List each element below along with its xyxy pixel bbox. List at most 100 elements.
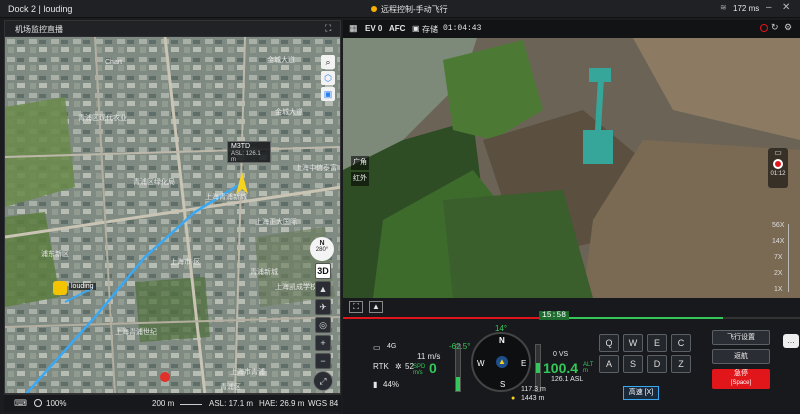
aircraft-heading-icon: ▲ [496, 356, 508, 368]
map-layers-icon[interactable]: ▣ [321, 87, 335, 101]
refresh-icon[interactable]: ↻ [771, 22, 779, 33]
altitude-bar [535, 344, 541, 392]
flight-control-panel: ⛶ ▲ 15:58 ▭ 4G RTK ✲ 52 ▮ 44% 11 m/s SPD… [343, 298, 800, 414]
status-hae: HAE: 26.9 m [259, 399, 305, 408]
keyboard-icon[interactable]: ⌨ [14, 398, 27, 409]
record-control[interactable]: ▭ 01:12 [768, 148, 788, 188]
map-zoom-level: 100% [46, 399, 67, 408]
map-view[interactable]: Chart 金城大道 青浦区现代农业 上海中信泰富 金城大道 青浦区绿化局 上海… [5, 37, 340, 393]
map-3d-toggle[interactable]: 3D [315, 263, 331, 279]
map-locate-icon[interactable]: ◎ [315, 317, 331, 333]
map-label: 上海市·区 [170, 259, 201, 266]
altitude-unit: ALT m [583, 362, 594, 374]
spd-unit: SPD m/s [413, 364, 426, 376]
flight-mode-text: 远程控制-手动飞行 [381, 5, 448, 14]
expand-icon[interactable]: ⛶ [325, 23, 331, 34]
close-icon[interactable]: ✕ [782, 2, 790, 13]
heading-value: 14° [495, 324, 508, 333]
map-label: 上海中信泰富 [295, 165, 337, 172]
status-asl: ASL: 17.1 m [209, 399, 254, 408]
return-home-button[interactable]: 返航 [712, 349, 770, 364]
flight-settings-button[interactable]: 飞行设置 [712, 330, 770, 345]
vertical-speed: 0 VS [553, 351, 569, 358]
key-q-button[interactable]: Q [599, 334, 619, 352]
aerial-video [343, 20, 800, 298]
map-label: 金城大道 [267, 57, 295, 64]
fit-screen-icon[interactable]: ⛶ [349, 301, 363, 313]
key-z-button[interactable]: Z [671, 355, 691, 373]
zoom-track [788, 224, 789, 292]
camera-feed[interactable] [343, 20, 800, 298]
afc-value: AFC [389, 24, 406, 33]
record-timer: 01:12 [770, 171, 786, 177]
rtk-label: RTK [373, 362, 389, 371]
record-button[interactable] [773, 159, 783, 169]
map-panel: 机场监控直播 ⛶ Chart 金城大道 青浦区现代农业 上海中信泰富 金城大道 … [4, 20, 341, 394]
asl-value: 126.1 ASL [551, 376, 584, 383]
map-fly-to-icon[interactable]: ▲ [315, 281, 331, 297]
title-bar: Dock 2 | louding 远程控制-手动飞行 ≋ 172 ms – ✕ [0, 0, 800, 18]
map-label: 上海凯成学校 [275, 284, 317, 291]
camera-icon: ▭ [774, 148, 782, 157]
map-label: 金城大道 [275, 109, 303, 116]
key-c-button[interactable]: C [671, 334, 691, 352]
storage-label: 存储 [422, 25, 438, 34]
progress-time: 15:58 [539, 311, 570, 320]
storage-icon: ▣ [412, 24, 420, 33]
camera-settings-icon[interactable]: ▦ [349, 23, 358, 34]
camera-top-bar: ▦ EV 0 AFC ▣ 存储 01:04:43 ↻ ⚙ [343, 20, 800, 38]
key-e-button[interactable]: E [647, 334, 667, 352]
map-zoom-in-button[interactable]: + [315, 335, 331, 351]
battery-icon: ▮ [373, 380, 378, 389]
zoom-scale[interactable]: 56X 14X 7X 2X 1X [770, 222, 796, 296]
compass-e: E [521, 359, 527, 368]
map-label: 青浦新城 [250, 269, 278, 276]
lens-wide-button[interactable]: 广角 [351, 156, 369, 170]
zoom-level-label: 1X [774, 286, 783, 293]
drone-asl-label: ASL: 126.1 m [231, 151, 261, 163]
key-a-button[interactable]: A [599, 355, 619, 373]
key-s-button[interactable]: S [623, 355, 643, 373]
gear-icon[interactable]: ⚙ [784, 22, 792, 33]
map-search-icon[interactable]: ⌕ [321, 55, 335, 69]
distance-dock: 1443 m [521, 395, 545, 402]
record-duration: 01:04:43 [443, 24, 482, 33]
high-speed-button[interactable]: 高速 [X] [623, 386, 659, 400]
ev-value: EV 0 [365, 24, 383, 33]
map-fullscreen-icon[interactable]: ⤢ [313, 371, 333, 391]
wifi-icon: ≋ [720, 3, 727, 12]
excavator-body [583, 130, 613, 164]
map-pin-tool-icon[interactable]: ⬡ [321, 71, 335, 85]
flight-progress-used [343, 317, 543, 319]
drone-tooltip: M3TD ASL: 126.1 m [227, 141, 271, 163]
ai-detect-icon[interactable]: ▲ [369, 301, 383, 313]
estop-label: 急停 [734, 370, 748, 377]
zoom-radio-icon[interactable] [34, 399, 42, 407]
latency-value: 172 ms [733, 4, 760, 13]
map-label: Chart [105, 59, 123, 66]
dock-marker-icon[interactable] [53, 281, 67, 295]
map-label: 上海市青浦 [230, 369, 265, 376]
map-label: 上海青浦世纪 [115, 329, 157, 336]
minimize-icon[interactable]: – [766, 2, 772, 13]
gimbal-bar [455, 344, 461, 392]
map-plane-icon[interactable]: ✈ [315, 299, 331, 315]
compass-s: S [500, 380, 506, 389]
map-label: 上海青浦新城 [205, 194, 247, 201]
map-label: 上海正大国际 [255, 219, 297, 226]
estop-key: [Space] [730, 380, 752, 386]
zoom-level-label: 2X [774, 270, 783, 277]
map-zoom-out-button[interactable]: − [315, 353, 331, 369]
record-status-icon [760, 24, 768, 32]
key-d-button[interactable]: D [647, 355, 667, 373]
compass-w: W [477, 359, 485, 368]
chat-icon[interactable]: … [783, 334, 799, 348]
map-labels: Chart 金城大道 青浦区现代农业 上海中信泰富 金城大道 青浦区绿化局 上海… [5, 37, 340, 393]
scale-bar [180, 404, 202, 405]
emergency-stop-button[interactable]: 急停 [Space] [712, 369, 770, 389]
lens-ir-button[interactable]: 红外 [351, 172, 369, 186]
key-w-button[interactable]: W [623, 334, 643, 352]
map-compass-icon[interactable]: N 280° [310, 237, 334, 261]
drone-model-label: M3TD [231, 143, 251, 150]
dock-icon: ● [511, 395, 516, 402]
